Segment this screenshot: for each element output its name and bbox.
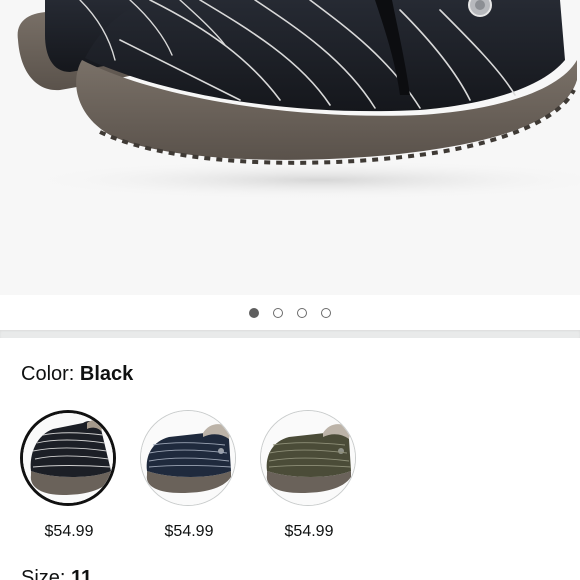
carousel-dots: [0, 295, 580, 330]
color-selection-label: Color: Black: [21, 362, 133, 386]
swatch-navy-price: $54.99: [164, 523, 214, 540]
swatch-navy[interactable]: $54.99: [140, 410, 238, 542]
selected-size: 11: [71, 567, 93, 580]
carousel-dot-3[interactable]: [297, 307, 307, 318]
color-label: Color:: [21, 363, 75, 385]
selected-color: Black: [79, 363, 134, 385]
product-image[interactable]: [0, 0, 580, 295]
product-page: Color: Black $54.99 $54.99 $54.99 Size: …: [0, 0, 580, 580]
swatch-olive-price: $54.99: [284, 523, 334, 540]
swatch-navy-image: [140, 410, 236, 506]
swatch-black-image: [20, 410, 116, 506]
swatch-black[interactable]: $54.99: [20, 410, 118, 542]
size-selection-label: Size: 11: [21, 566, 92, 580]
boot-illustration: [17, 0, 580, 200]
section-divider: [0, 330, 580, 338]
carousel-dot-2[interactable]: [273, 307, 283, 318]
carousel-dot-4[interactable]: [321, 307, 331, 318]
color-swatches: $54.99 $54.99 $54.99: [20, 410, 580, 550]
swatch-olive-image: [260, 410, 356, 506]
carousel-dot-1[interactable]: [249, 307, 259, 318]
size-label: Size:: [21, 567, 66, 580]
swatch-black-price: $54.99: [44, 523, 94, 540]
swatch-olive[interactable]: $54.99: [260, 410, 358, 542]
